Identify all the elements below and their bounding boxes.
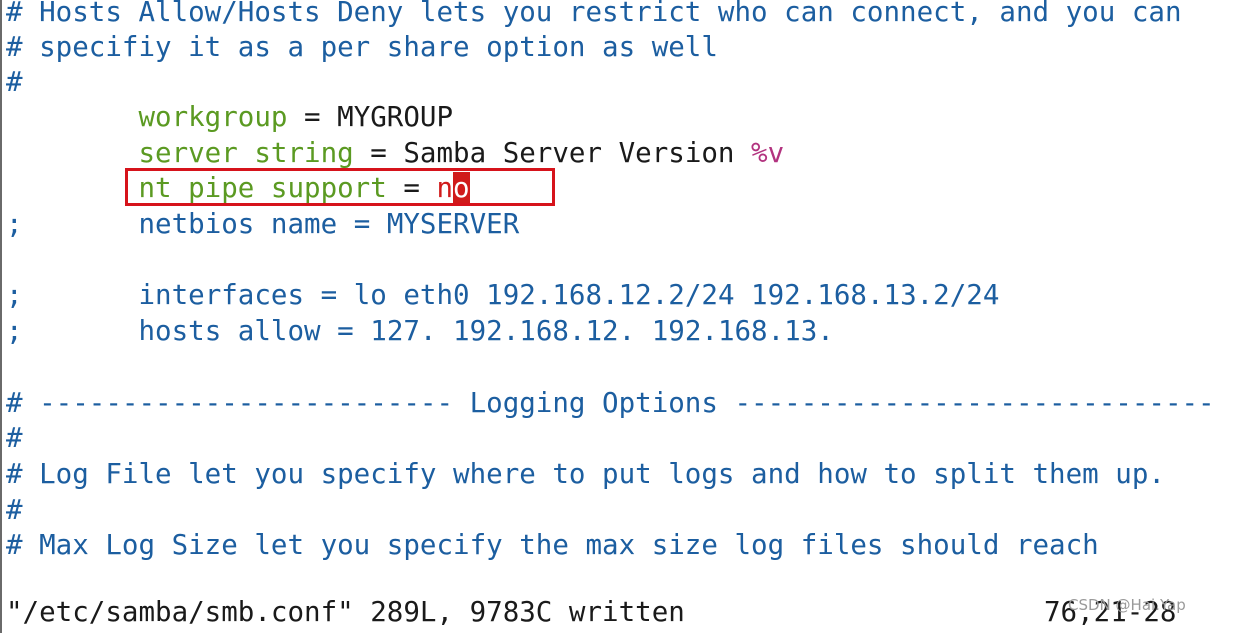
vim-editor[interactable]: # Hosts Allow/Hosts Deny lets you restri… [0,0,1238,633]
comment-line: # Hosts Allow/Hosts Deny lets you restri… [6,0,1182,28]
config-line-server-string: server string = Samba Server Version %v [138,137,785,169]
comment-line: # specifiy it as a per share option as w… [6,31,718,63]
commented-config-line: ; hosts allow = 127. 192.168.12. 192.168… [6,315,834,347]
watermark: CSDN @Hai.Yap [1068,596,1186,614]
commented-config-line: ; netbios name = MYSERVER [6,208,520,240]
red-highlight-box [125,168,555,206]
config-line-workgroup: workgroup = MYGROUP [138,101,454,133]
comment-line: # [6,66,23,98]
comment-line: # Max Log Size let you specify the max s… [6,529,1099,561]
section-header-comment: # ------------------------- Logging Opti… [6,387,1215,419]
status-bar: "/etc/samba/smb.conf" 289L, 9783C writte… [0,594,1238,633]
comment-line: # [6,422,23,454]
comment-line: # Log File let you specify where to put … [6,458,1165,490]
config-key: workgroup [138,101,288,133]
status-message: "/etc/samba/smb.conf" 289L, 9783C writte… [6,596,685,628]
config-value: MYGROUP [337,101,454,133]
comment-line: # [6,494,23,526]
config-value: Samba Server Version [403,137,752,169]
commented-config-line: ; interfaces = lo eth0 192.168.12.2/24 1… [6,279,1000,311]
window-left-border [0,0,2,633]
config-key: server string [138,137,354,169]
version-macro: %v [751,137,785,169]
